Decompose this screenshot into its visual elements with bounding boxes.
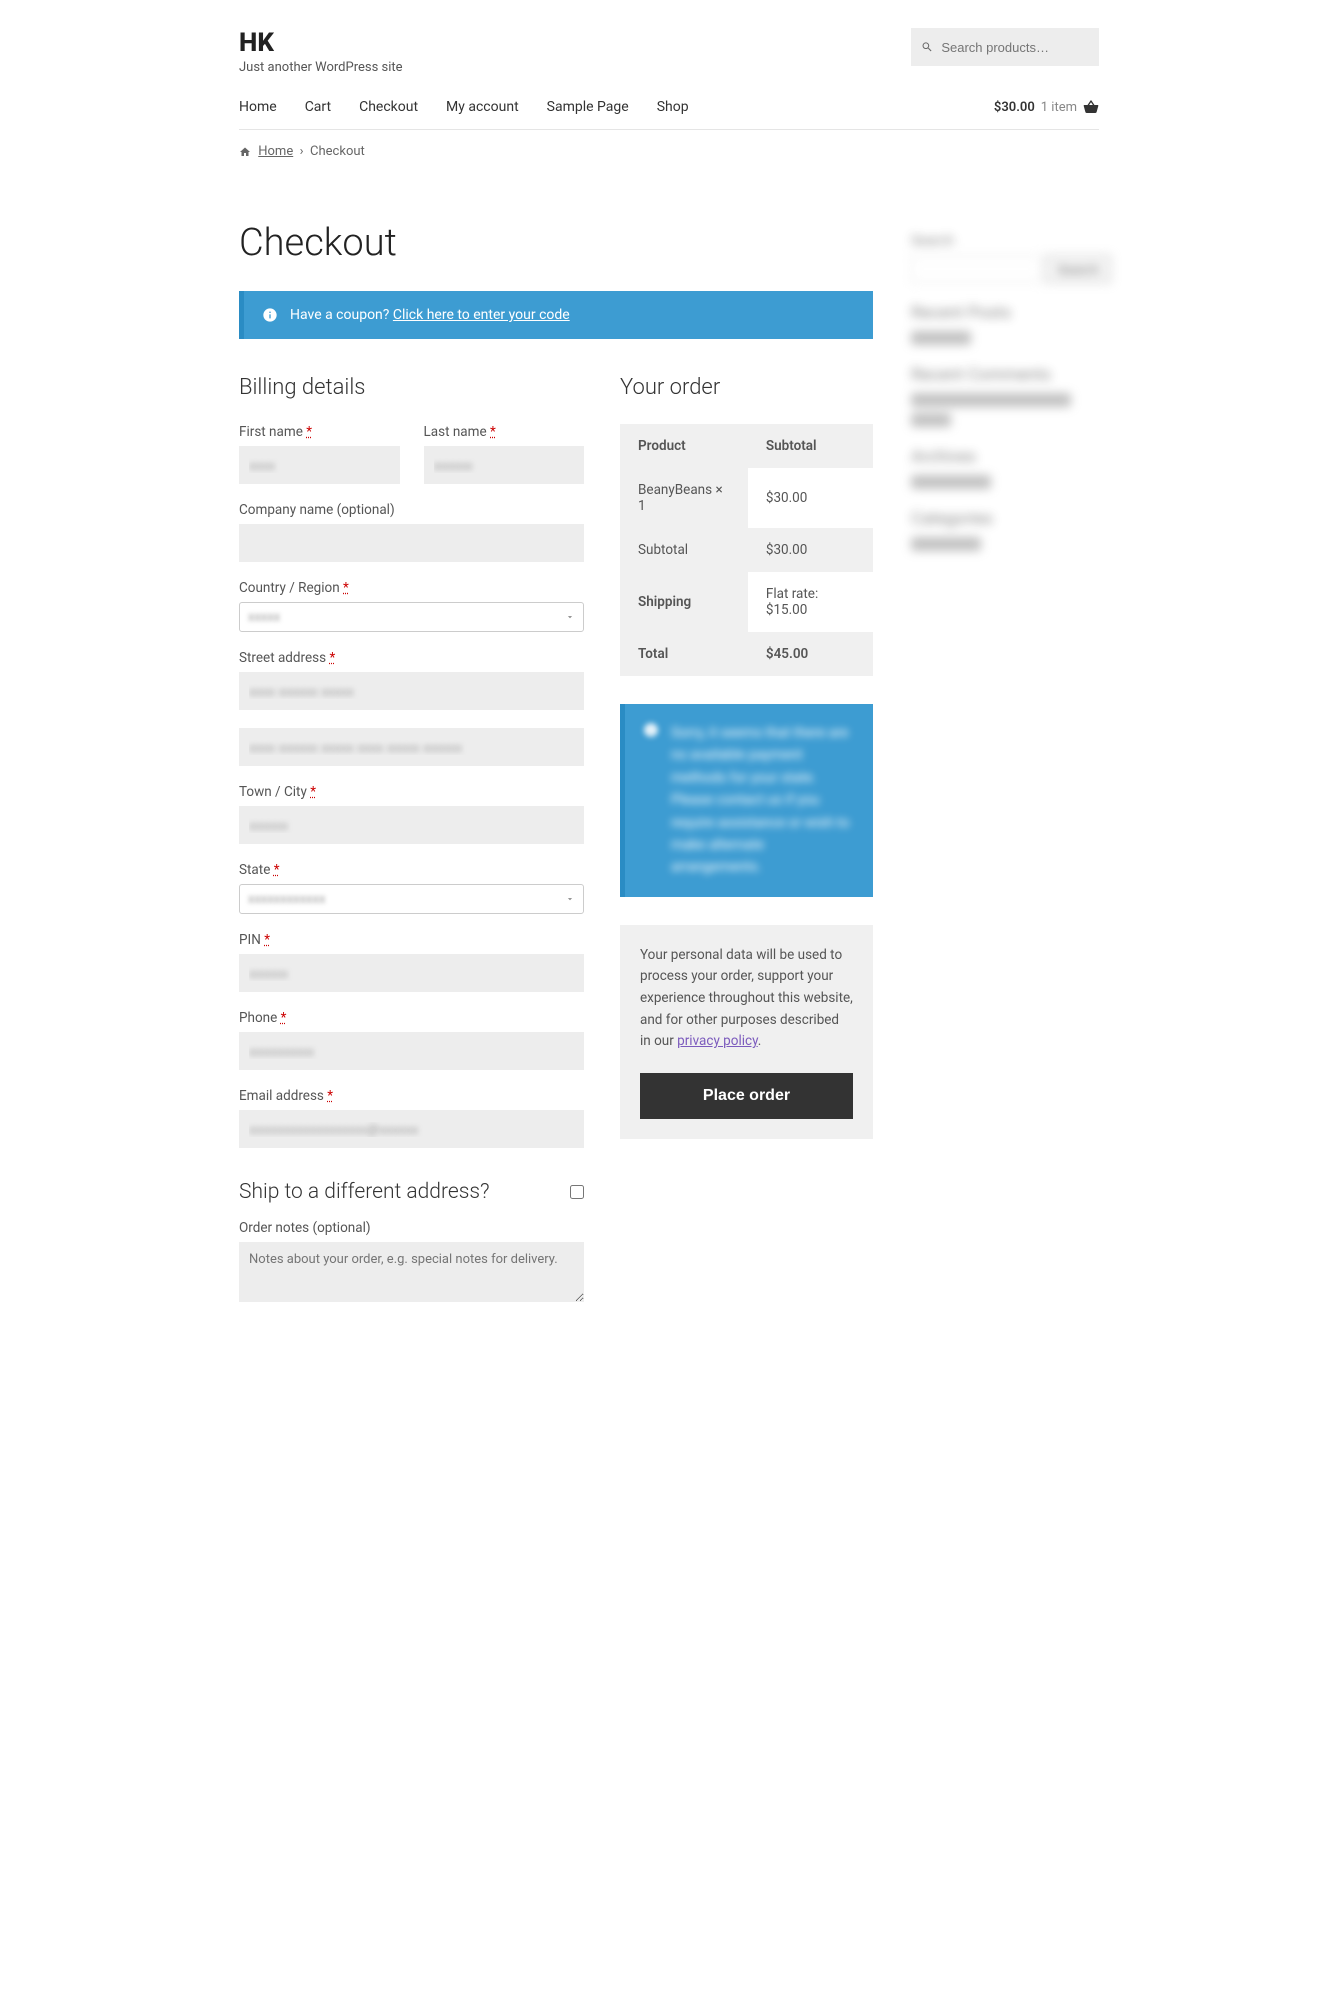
city-input[interactable] [239,806,584,844]
cart-summary[interactable]: $30.00 1 item [994,99,1099,115]
first-name-label: First name * [239,424,400,440]
email-input[interactable] [239,1110,584,1148]
nav-sample-page[interactable]: Sample Page [547,99,629,115]
ship-different-heading: Ship to a different address? [239,1180,490,1204]
street-input-2[interactable] [239,728,584,766]
order-total-row: Total $45.00 [620,632,873,676]
nav-checkout[interactable]: Checkout [359,99,418,115]
pin-input[interactable] [239,954,584,992]
breadcrumb-home[interactable]: Home [258,144,293,159]
page-title: Checkout [239,221,873,265]
last-name-label: Last name * [424,424,585,440]
search-input[interactable] [941,40,1089,55]
info-icon [262,307,278,323]
street-label: Street address * [239,650,584,666]
ship-different-checkbox[interactable] [570,1185,584,1199]
country-label: Country / Region * [239,580,584,596]
order-notes-input[interactable] [239,1242,584,1302]
place-order-section: Your personal data will be used to proce… [620,925,873,1139]
phone-label: Phone * [239,1010,584,1026]
breadcrumb: Home › Checkout [239,130,1099,173]
coupon-prompt: Have a coupon? [290,307,389,323]
breadcrumb-current: Checkout [310,144,365,159]
info-icon [643,722,659,738]
col-product: Product [620,424,748,468]
order-shipping-row: Shipping Flat rate: $15.00 [620,572,873,632]
company-input[interactable] [239,524,584,562]
coupon-notice: Have a coupon? Click here to enter your … [239,291,873,339]
privacy-policy-link[interactable]: privacy policy [677,1033,758,1049]
place-order-button[interactable]: Place order [640,1073,853,1119]
nav-my-account[interactable]: My account [446,99,519,115]
product-search[interactable] [911,28,1099,66]
state-label: State * [239,862,584,878]
site-tagline: Just another WordPress site [239,60,403,75]
chevron-down-icon [565,612,575,622]
col-subtotal: Subtotal [748,424,873,468]
cart-item-count: 1 item [1041,100,1077,115]
sidebar: Search Search Recent Posts Recent Commen… [911,173,1099,557]
order-line-item: BeanyBeans × 1 $30.00 [620,468,873,528]
phone-input[interactable] [239,1032,584,1070]
city-label: Town / City * [239,784,584,800]
order-heading: Your order [620,375,873,400]
billing-heading: Billing details [239,375,584,400]
email-label: Email address * [239,1088,584,1104]
last-name-input[interactable] [424,446,585,484]
order-table: Product Subtotal BeanyBeans × 1 $30.00 S… [620,424,873,676]
nav-cart[interactable]: Cart [305,99,331,115]
site-title[interactable]: HK [239,28,403,58]
basket-icon [1083,99,1099,115]
nav-shop[interactable]: Shop [657,99,689,115]
order-subtotal-row: Subtotal $30.00 [620,528,873,572]
chevron-down-icon [565,894,575,904]
street-input-1[interactable] [239,672,584,710]
company-label: Company name (optional) [239,502,584,518]
first-name-input[interactable] [239,446,400,484]
state-select[interactable]: xxxxxxxxxxxx [239,884,584,914]
order-notes-label: Order notes (optional) [239,1220,584,1236]
cart-amount: $30.00 [994,100,1035,115]
home-icon [239,146,251,158]
coupon-link[interactable]: Click here to enter your code [393,307,570,323]
payment-notice: Sorry, it seems that there are no availa… [620,704,873,897]
search-icon [921,40,933,54]
nav-home[interactable]: Home [239,99,277,115]
pin-label: PIN * [239,932,584,948]
primary-nav: Home Cart Checkout My account Sample Pag… [239,99,689,115]
privacy-text: Your personal data will be used to proce… [640,945,853,1053]
country-select[interactable]: xxxxx [239,602,584,632]
